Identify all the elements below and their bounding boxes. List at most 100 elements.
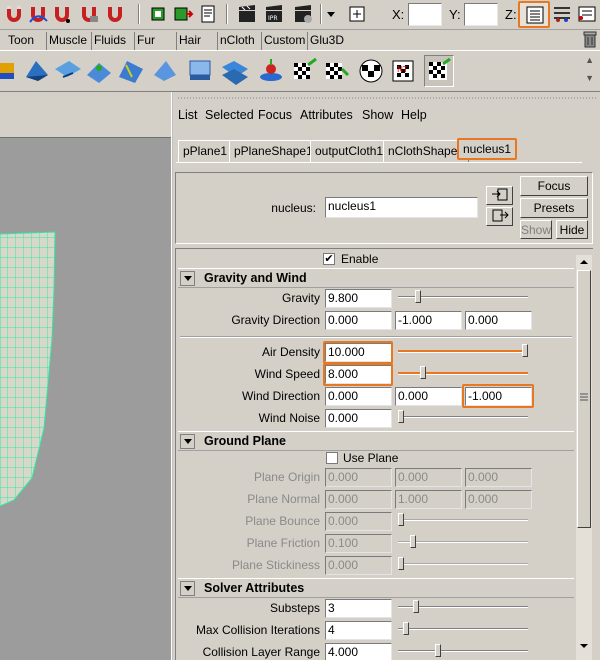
shelf-volume-field-icon[interactable] [356,55,386,87]
shelf-scroll-up-icon[interactable]: ▲ [585,55,594,65]
tab-pplane1[interactable]: pPlane1 [178,140,233,162]
toolbox-toggle-icon[interactable] [576,3,598,25]
shelf-tab-fur[interactable]: Fur [134,32,157,50]
substeps-slider[interactable] [398,600,528,614]
scroll-up-arrow-icon[interactable] [576,255,592,269]
plane-normal-z-field[interactable]: 0.000 [465,490,532,509]
shelf-tab-toon[interactable]: Toon [6,32,36,50]
menu-focus[interactable]: Focus [258,108,292,122]
shelf-checker-wind-button[interactable] [424,55,454,87]
construction-history-icon[interactable] [197,3,219,25]
menu-list[interactable]: List [178,108,197,122]
tab-pplaneshape1[interactable]: pPlaneShape1 [229,140,318,162]
input-history-icon[interactable] [147,3,169,25]
enable-checkbox[interactable]: ✔ [323,253,335,265]
viewport-canvas[interactable] [0,138,171,660]
shelf-tab-ncloth[interactable]: nCloth [217,32,257,50]
ncloth-mesh[interactable] [0,138,171,660]
gravity-slider[interactable] [398,290,528,304]
shelf-tab-hair[interactable]: Hair [176,32,203,50]
plane-origin-y-field[interactable]: 0.000 [395,468,462,487]
collision-layer-range-slider[interactable] [398,644,528,658]
output-history-icon[interactable] [172,3,194,25]
coord-x-input[interactable] [408,3,442,26]
plane-stickiness-slider[interactable] [398,557,528,571]
solver-attributes-section-header[interactable]: Solver Attributes [178,578,574,598]
shelf-scroll-down-icon[interactable]: ▼ [585,73,594,83]
plane-friction-field[interactable]: 0.100 [325,534,392,553]
select-input-button[interactable] [486,186,513,205]
trash-icon[interactable] [582,30,598,48]
shelf-tab-glu3d[interactable]: Glu3D [307,32,346,50]
plane-origin-x-field[interactable]: 0.000 [325,468,392,487]
shelf-transform-constraint-icon[interactable] [116,55,146,87]
gravity-field[interactable]: 9.800 [325,289,392,308]
shelf-wind-field-icon[interactable] [290,55,320,87]
shelf-tab-muscle[interactable]: Muscle [46,32,89,50]
shelf-tearable-surface-icon[interactable] [220,55,250,87]
shelf-component-to-component-icon[interactable] [186,55,216,87]
plane-origin-z-field[interactable]: 0.000 [465,468,532,487]
collision-layer-range-field[interactable]: 4.000 [325,643,392,660]
show-button[interactable]: Show [520,220,552,239]
gravity-direction-x-field[interactable]: 0.000 [325,311,392,330]
collapse-arrow-icon[interactable] [180,581,195,596]
magnet-snap-surface-icon[interactable] [104,3,126,25]
shelf-point-to-surface-icon[interactable] [150,55,180,87]
menu-show[interactable]: Show [362,108,393,122]
shelf-ncloth-constraint-icon[interactable] [84,55,114,87]
gravity-and-wind-section-header[interactable]: Gravity and Wind [178,268,574,288]
max-collision-iterations-field[interactable]: 4 [325,621,392,640]
magnet-snap-view-icon[interactable] [78,3,100,25]
shelf-create-passive-collider-icon[interactable] [22,55,52,87]
scroll-down-arrow-icon[interactable] [576,639,592,653]
air-density-slider[interactable] [398,344,528,358]
wind-direction-y-field[interactable]: 0.000 [395,387,462,406]
use-plane-checkbox[interactable] [326,452,338,464]
menu-selected[interactable]: Selected [205,108,254,122]
scrollbar-thumb[interactable] [577,270,591,528]
tab-outputcloth1[interactable]: outputCloth1 [310,140,389,162]
plane-stickiness-field[interactable]: 0.000 [325,556,392,575]
collapse-arrow-icon[interactable] [180,271,195,286]
panel-divider[interactable] [171,92,173,660]
coord-y-input[interactable] [464,3,498,26]
magnet-snap-curve-icon[interactable] [27,3,49,25]
shelf-ncloth-plane-icon[interactable] [53,55,83,87]
wind-noise-slider[interactable] [398,410,528,424]
focus-button[interactable]: Focus [520,176,588,196]
shelf-tab-custom[interactable]: Custom [261,32,307,50]
shelf-create-nucleus-icon[interactable] [256,55,286,87]
shelf-air-field-icon[interactable] [322,55,352,87]
menu-help[interactable]: Help [401,108,427,122]
tab-nucleus1[interactable]: nucleus1 [457,138,518,160]
hide-button[interactable]: Hide [556,220,588,239]
node-name-field[interactable]: nucleus1 [325,197,478,218]
magnet-snap-grid-icon[interactable] [3,3,25,25]
select-output-button[interactable] [486,207,513,226]
chevron-down-icon[interactable] [324,6,338,22]
wind-direction-x-field[interactable]: 0.000 [325,387,392,406]
max-collision-iterations-slider[interactable] [398,622,528,636]
substeps-field[interactable]: 3 [325,599,392,618]
wind-speed-slider[interactable] [398,366,528,380]
magnet-snap-point-icon[interactable] [51,3,73,25]
plane-normal-y-field[interactable]: 1.000 [395,490,462,509]
channel-box-toggle-icon[interactable] [551,3,573,25]
collapse-arrow-icon[interactable] [180,434,195,449]
plane-bounce-slider[interactable] [398,513,528,527]
presets-button[interactable]: Presets [520,198,588,218]
menu-attributes[interactable]: Attributes [300,108,353,122]
ground-plane-section-header[interactable]: Ground Plane [178,431,574,451]
panel-grip[interactable] [178,95,598,101]
render-ipr-icon[interactable]: IPR [263,3,285,25]
shelf-tab-fluids[interactable]: Fluids [91,32,128,50]
gravity-direction-z-field[interactable]: 0.000 [465,311,532,330]
attribute-editor-toggle-button[interactable] [518,1,550,28]
plane-normal-x-field[interactable]: 0.000 [325,490,392,509]
render-frame-icon[interactable] [236,3,258,25]
shelf-texture-field-icon[interactable]: NT [388,55,418,87]
wind-noise-field[interactable]: 0.000 [325,409,392,428]
gravity-direction-y-field[interactable]: -1.000 [395,311,462,330]
render-settings-icon[interactable] [292,3,314,25]
